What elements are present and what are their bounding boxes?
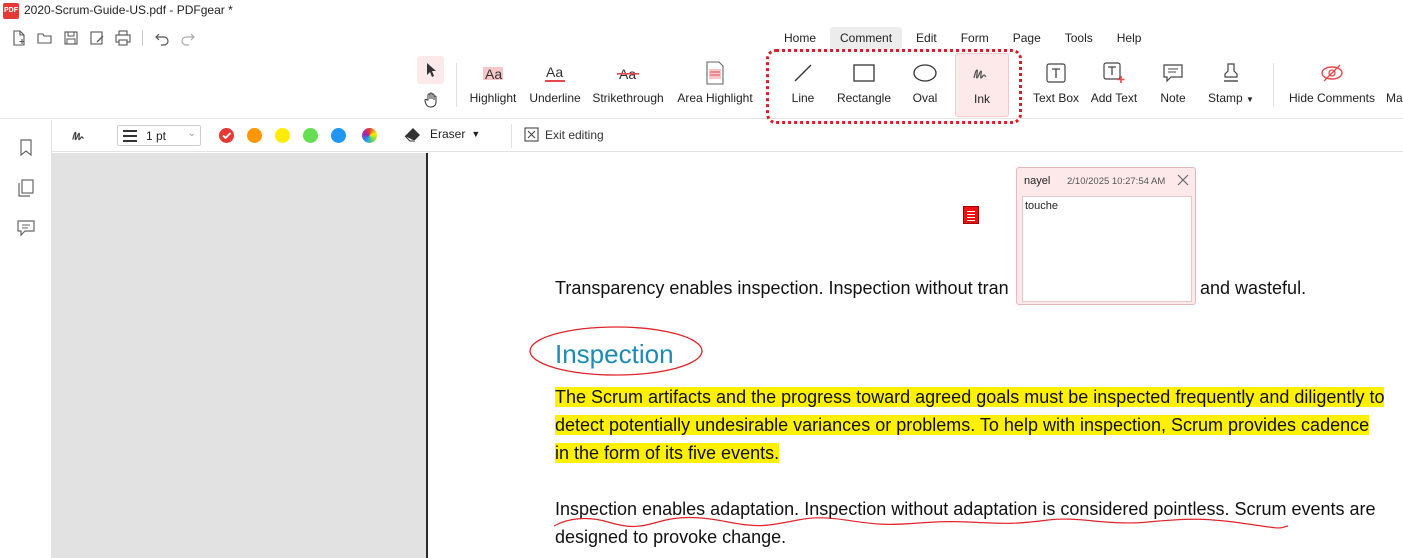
svg-text:Aa: Aa <box>485 66 502 82</box>
close-box-icon <box>524 127 539 142</box>
note-icon <box>1163 64 1183 83</box>
new-file-icon[interactable] <box>8 27 30 49</box>
divider <box>456 63 457 107</box>
sticky-note-icon[interactable] <box>963 206 979 224</box>
comments-icon[interactable] <box>16 218 36 238</box>
stroke-width-select[interactable]: 1 pt ⌄ <box>117 125 201 146</box>
hide-comments-tool[interactable]: Hide Comments <box>1286 53 1378 117</box>
highlighted-line: detect potentially undesirable variances… <box>555 415 1370 435</box>
note-tool[interactable]: Note <box>1154 53 1192 117</box>
hide-comments-icon <box>1321 64 1343 82</box>
highlighted-line: The Scrum artifacts and the progress tow… <box>555 387 1385 407</box>
color-red[interactable] <box>219 128 234 143</box>
doc-line-tail: and wasteful. <box>1200 278 1307 298</box>
menu-tools[interactable]: Tools <box>1055 27 1103 49</box>
redo-icon[interactable] <box>177 27 199 49</box>
comment-timestamp: 2/10/2025 10:27:54 AM <box>1067 176 1166 187</box>
cursor-icon <box>426 63 436 77</box>
chevron-down-icon: ▼ <box>1246 95 1254 104</box>
stroke-width-value: 1 pt <box>146 128 167 143</box>
menu-home[interactable]: Home <box>774 27 826 49</box>
text-box-tool[interactable]: Text Box <box>1032 53 1080 117</box>
checkmark-icon <box>222 132 232 140</box>
ink-annotation[interactable] <box>548 508 1298 538</box>
save-as-icon[interactable] <box>86 27 108 49</box>
stamp-icon <box>1224 63 1238 82</box>
ink-toolbar: 1 pt ⌄ Eraser ▼ Exit editing <box>52 120 1403 152</box>
divider <box>142 30 143 46</box>
chevron-down-icon: ⌄ <box>187 128 196 139</box>
highlight-icon: Aa <box>483 66 503 82</box>
exit-editing-label: Exit editing <box>545 127 604 142</box>
color-orange[interactable] <box>247 128 262 143</box>
page-gutter <box>52 153 426 558</box>
underline-icon: Aa <box>545 64 565 82</box>
color-blue[interactable] <box>331 128 346 143</box>
window-title: 2020-Scrum-Guide-US.pdf - PDFgear * <box>24 3 233 17</box>
pages-icon[interactable] <box>16 178 36 198</box>
chevron-down-icon: ▼ <box>471 129 481 139</box>
close-icon[interactable] <box>1176 173 1190 187</box>
add-text-icon <box>1103 62 1125 83</box>
divider <box>1273 63 1274 107</box>
color-picker[interactable] <box>362 128 377 143</box>
hand-icon <box>423 92 436 108</box>
comment-author: nayel <box>1024 175 1051 187</box>
open-folder-icon[interactable] <box>34 27 56 49</box>
strikethrough-icon: Aa <box>617 66 639 82</box>
underline-tool[interactable]: Aa Underline <box>526 53 584 117</box>
eraser-button[interactable]: Eraser ▼ <box>404 126 480 142</box>
section-heading: Inspection <box>555 339 674 369</box>
undo-icon[interactable] <box>151 27 173 49</box>
area-highlight-icon <box>706 61 724 85</box>
more-tool[interactable]: Ma <box>1386 53 1403 117</box>
text-box-icon <box>1046 63 1066 83</box>
comment-ribbon: Aa Highlight Aa Underline Aa Strikethrou… <box>0 53 1403 119</box>
eraser-icon <box>404 128 420 142</box>
pdfgear-logo: PDF <box>3 3 19 19</box>
quick-access-toolbar <box>8 27 199 49</box>
print-icon[interactable] <box>112 27 134 49</box>
highlighted-line: in the form of its five events. <box>555 443 780 463</box>
pdf-page[interactable]: Transparency enables inspection. Inspect… <box>428 153 1403 558</box>
title-bar: PDF 2020-Scrum-Guide-US.pdf - PDFgear * <box>0 0 1403 23</box>
divider <box>511 124 512 148</box>
line-weight-icon <box>123 130 137 142</box>
exit-editing-button[interactable]: Exit editing <box>524 127 604 142</box>
main-menu: Home Comment Edit Form Page Tools Help <box>774 27 1155 49</box>
color-yellow[interactable] <box>275 128 290 143</box>
ink-pen-icon[interactable] <box>70 127 90 150</box>
stamp-tool[interactable]: Stamp ▼ <box>1204 53 1258 117</box>
save-icon[interactable] <box>60 27 82 49</box>
menu-form[interactable]: Form <box>951 27 999 49</box>
add-text-tool[interactable]: Add Text <box>1088 53 1140 117</box>
comment-popup[interactable]: nayel 2/10/2025 10:27:54 AM touche <box>1016 167 1196 305</box>
hand-tool-button[interactable] <box>417 87 444 113</box>
doc-line: Transparency enables inspection. Inspect… <box>555 278 1009 298</box>
color-green[interactable] <box>303 128 318 143</box>
menu-help[interactable]: Help <box>1107 27 1152 49</box>
menu-comment[interactable]: Comment <box>830 27 903 49</box>
menu-edit[interactable]: Edit <box>906 27 947 49</box>
area-highlight-tool[interactable]: Area Highlight <box>674 53 756 117</box>
highlight-tool[interactable]: Aa Highlight <box>466 53 520 117</box>
strikethrough-tool[interactable]: Aa Strikethrough <box>590 53 666 117</box>
left-sidebar <box>0 120 52 558</box>
eraser-label: Eraser <box>430 127 466 141</box>
menu-page[interactable]: Page <box>1003 27 1051 49</box>
highlight-callout <box>766 49 1022 124</box>
bookmark-icon[interactable] <box>16 138 36 158</box>
svg-text:Aa: Aa <box>546 64 563 80</box>
comment-text[interactable]: touche <box>1022 196 1192 302</box>
select-tool-button[interactable] <box>417 56 444 84</box>
